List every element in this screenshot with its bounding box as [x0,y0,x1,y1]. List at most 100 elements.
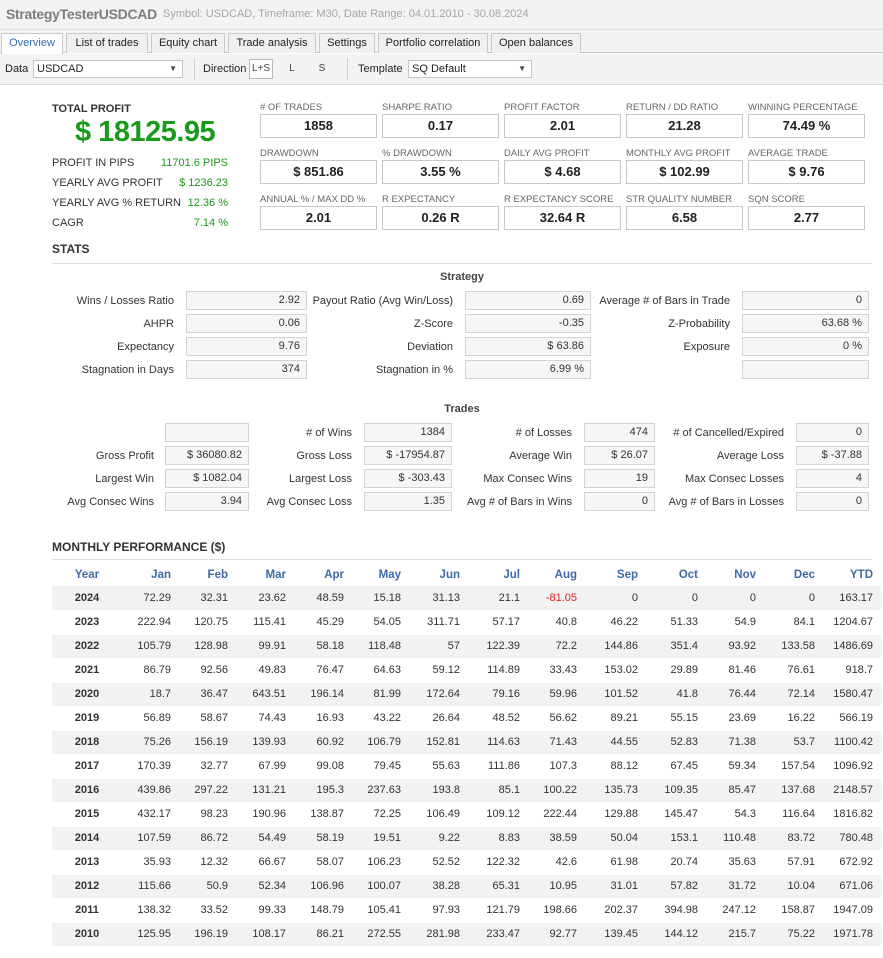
month-value-cell: 297.22 [179,778,236,803]
metric-label: DRAWDOWN [260,148,319,159]
ytd-cell: 1100.42 [823,730,881,755]
month-value-cell: 156.19 [179,730,236,755]
month-value-cell: 59.12 [409,658,468,683]
month-value-cell: 92.56 [179,658,236,683]
month-value-cell: 31.13 [409,586,468,611]
month-value-cell: 98.23 [179,802,236,827]
ytd-cell: 1486.69 [823,634,881,659]
month-value-cell: 50.9 [179,874,236,899]
average-loss-label: Average Loss [716,450,784,462]
month-value-cell: 71.43 [528,730,585,755]
month-value-cell: 58.67 [179,706,236,731]
month-value-cell: 196.14 [294,682,352,707]
month-value-cell: 79.16 [468,682,528,707]
table-row: 2019 56.89 58.67 74.43 16.93 43.22 26.64 48.52 5… [52,706,881,731]
num-cancelled-value: 0 [796,423,869,442]
month-value-cell: 0 [646,586,706,611]
template-select[interactable]: SQ Default ▼ [408,60,532,78]
data-label: Data [5,63,29,75]
month-value-cell: 41.8 [646,682,706,707]
metric-return-dd-ratio: RETURN / DD RATIO 21.28 [626,102,743,138]
largest-win-label: Largest Win [95,473,154,485]
table-row: 2024 72.29 32.31 23.62 48.59 15.18 31.13 21.1 -8… [52,586,881,611]
payout-ratio-value: 0.69 [465,291,591,310]
ytd-cell: 1947.09 [823,898,881,923]
ahpr-value: 0.06 [186,314,307,333]
direction-long-button[interactable]: L [280,59,304,79]
month-value-cell: 118.48 [352,634,409,659]
month-value-cell: 55.63 [409,754,468,779]
tab-portfolio-correlation[interactable]: Portfolio correlation [378,33,488,53]
month-value-cell: 38.59 [528,826,585,851]
column-header-feb: Feb [207,568,228,581]
month-value-cell: 52.34 [236,874,294,899]
month-value-cell: 394.98 [646,898,706,923]
month-value-cell: 72.14 [764,682,823,707]
metric-trades: # OF TRADES 1858 [260,102,377,138]
month-value-cell: 222.44 [528,802,585,827]
month-value-cell: 20.74 [646,850,706,875]
column-header-sep: Sep [616,568,638,581]
avg-consec-wins-label: Avg Consec Wins [67,496,154,508]
month-value-cell: 101.52 [585,682,646,707]
direction-short-button[interactable]: S [310,59,334,79]
month-value-cell: 106.23 [352,850,409,875]
month-value-cell: 54.3 [706,802,764,827]
empty-value-box [165,423,249,442]
ytd-cell: 1971.78 [823,922,881,947]
month-value-cell: 281.98 [409,922,468,947]
avg-bars-in-trade-value: 0 [742,291,869,310]
payout-ratio-label: Payout Ratio (Avg Win/Loss) [312,295,453,307]
stagnation-days-value: 374 [186,360,307,379]
month-value-cell: 33.52 [179,898,236,923]
metric-percent-drawdown: % DRAWDOWN 3.55 % [382,148,499,184]
z-probability-value: 63.68 % [742,314,869,333]
tab-list-of-trades[interactable]: List of trades [66,33,148,53]
metric-label: DAILY AVG PROFIT [504,148,590,159]
metric-label: AVERAGE TRADE [748,148,828,159]
tab-equity-chart[interactable]: Equity chart [151,33,225,53]
largest-win-value: $ 1082.04 [165,469,249,488]
month-value-cell: 233.47 [468,922,528,947]
divider [52,559,872,560]
month-value-cell: 23.62 [236,586,294,611]
ahpr-label: AHPR [143,318,174,330]
tab-overview[interactable]: Overview [1,33,63,54]
metric-label: R EXPECTANCY [382,194,456,205]
month-value-cell: 10.04 [764,874,823,899]
wins-losses-ratio-label: Wins / Losses Ratio [76,295,174,307]
ytd-cell: 1580.47 [823,682,881,707]
month-value-cell: 351.4 [646,634,706,659]
metric-value: 74.49 % [748,114,865,138]
data-select[interactable]: USDCAD ▼ [33,60,183,78]
table-row: 2023 222.94 120.75 115.41 45.29 54.05 311.71 57… [52,610,881,635]
month-value-cell: 56.89 [122,706,179,731]
month-value-cell: 137.68 [764,778,823,803]
total-profit-label: TOTAL PROFIT [52,103,131,115]
column-header-aug: Aug [554,568,577,581]
month-value-cell: 139.93 [236,730,294,755]
month-value-cell: 128.98 [179,634,236,659]
month-value-cell: 432.17 [122,802,179,827]
month-value-cell: 75.26 [122,730,179,755]
table-row: 2017 170.39 32.77 67.99 99.08 79.45 55.63 111.8… [52,754,881,779]
month-value-cell: 16.93 [294,706,352,731]
month-value-cell: 0 [585,586,646,611]
month-value-cell: 19.51 [352,826,409,851]
ytd-cell: 163.17 [823,586,881,611]
metric-label: SQN SCORE [748,194,806,205]
average-win-value: $ 26.07 [584,446,655,465]
column-header-apr: Apr [324,568,344,581]
direction-long-short-button[interactable]: L+S [249,59,273,79]
tab-trade-analysis[interactable]: Trade analysis [228,33,316,53]
column-header-jun: Jun [439,568,460,581]
ytd-cell: 780.48 [823,826,881,851]
month-value-cell: 75.22 [764,922,823,947]
month-value-cell: 61.98 [585,850,646,875]
year-cell: 2013 [52,850,122,875]
tab-settings[interactable]: Settings [319,33,375,53]
z-probability-label: Z-Probability [668,318,730,330]
month-value-cell: 31.72 [706,874,764,899]
tab-open-balances[interactable]: Open balances [491,33,581,53]
month-value-cell: 190.96 [236,802,294,827]
